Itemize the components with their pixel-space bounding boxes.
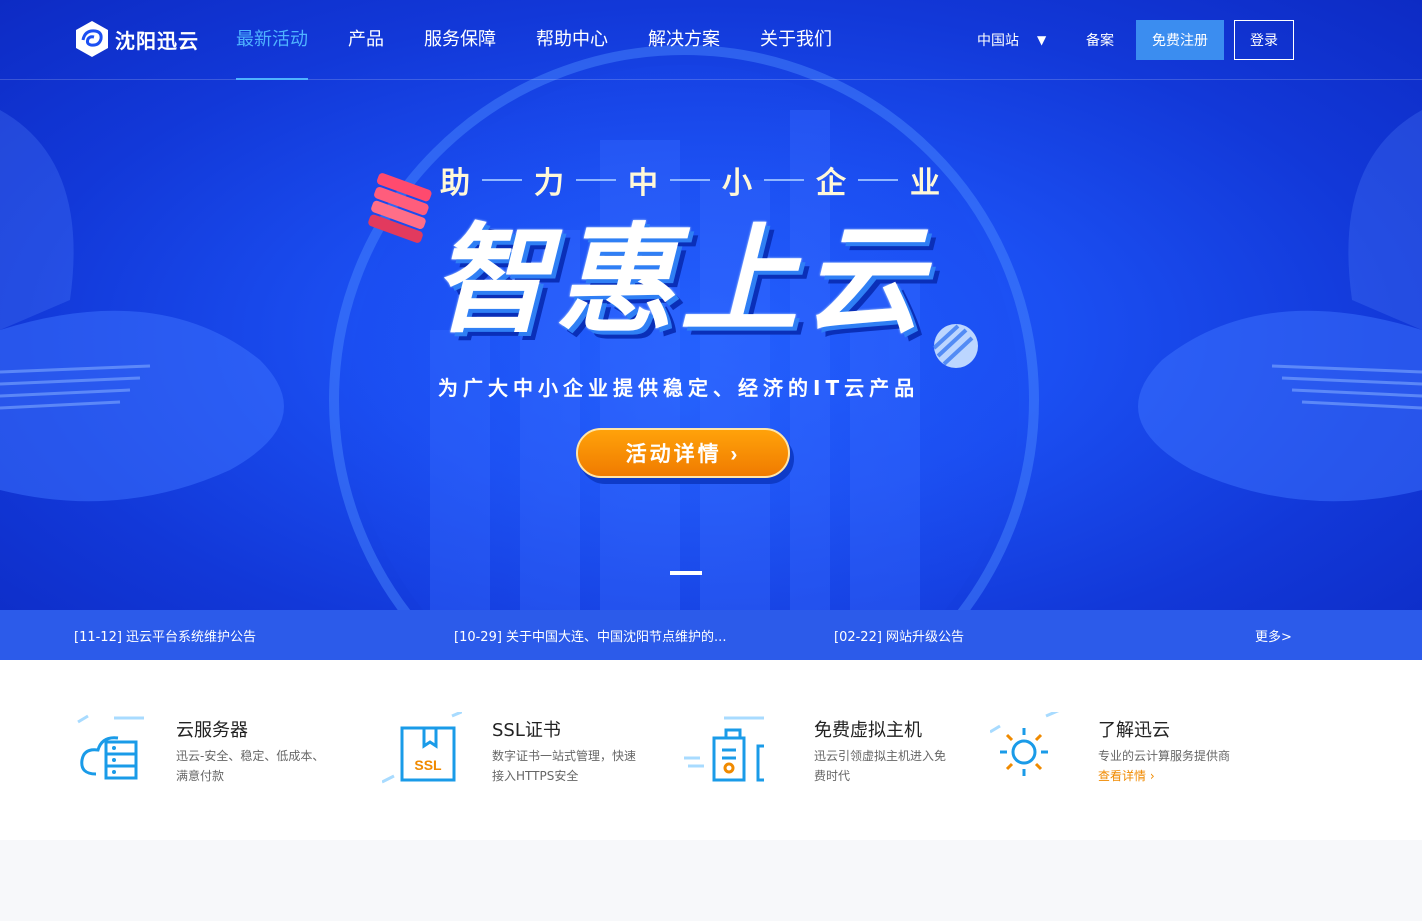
view-details-link[interactable]: 查看详情 › (1098, 766, 1248, 786)
ssl-certificate-icon: SSL (382, 712, 462, 784)
divider (858, 179, 898, 181)
hero-subtitle-char: 业 (910, 166, 940, 201)
register-button[interactable]: 免费注册 (1136, 20, 1224, 60)
hero-description: 为广大中小企业提供稳定、经济的IT云产品 (438, 376, 920, 400)
feature-description: 迅云引领虚拟主机进入免费时代 (814, 749, 947, 783)
feature-title: 了解迅云 (1098, 720, 1170, 741)
feature-about-xunyun[interactable]: 了解迅云 专业的云计算服务提供商 查看详情 › (990, 712, 1250, 802)
feature-description: 数字证书一站式管理，快速接入HTTPS安全 (492, 749, 637, 783)
nav-item-latest-activity[interactable]: 最新活动 (236, 0, 308, 80)
feature-cloud-server[interactable]: 云服务器 迅云-安全、稳定、低成本、满意付款 (74, 712, 334, 802)
hero-subtitle-char: 力 (534, 166, 564, 201)
region-selector[interactable]: 中国站 ▼ (977, 30, 1046, 50)
nav-item-help-center[interactable]: 帮助中心 (536, 0, 608, 80)
divider (670, 179, 710, 181)
feature-title: 免费虚拟主机 (814, 720, 922, 741)
hero-subtitle-char: 小 (722, 166, 752, 201)
announcement-item[interactable]: [02-22] 网站升级公告 (834, 626, 964, 645)
main-nav: 最新活动 产品 服务保障 帮助中心 解决方案 关于我们 (236, 0, 872, 80)
hero-subtitle-char: 企 (816, 166, 846, 201)
divider (482, 179, 522, 181)
hero-subtitle-char: 中 (628, 166, 658, 201)
virtual-host-icon (684, 716, 764, 782)
hero-banner: 沈阳迅云 最新活动 产品 服务保障 帮助中心 解决方案 关于我们 中国站 ▼ 备… (0, 0, 1422, 610)
announcement-bar: [11-12] 迅云平台系统维护公告 [10-29] 关于中国大连、中国沈阳节点… (0, 610, 1422, 660)
nav-item-solutions[interactable]: 解决方案 (648, 0, 720, 80)
divider (764, 179, 804, 181)
nav-item-about-us[interactable]: 关于我们 (760, 0, 832, 80)
feature-virtual-host[interactable]: 免费虚拟主机 迅云引领虚拟主机进入免费时代 (684, 712, 954, 802)
hero-subtitle: 助 力 中 小 企 业 (440, 158, 940, 202)
sun-icon (990, 712, 1060, 776)
hero-subtitle-char: 助 (440, 166, 470, 201)
feature-description: 专业的云计算服务提供商 查看详情 › (1098, 746, 1248, 786)
brand-name: 沈阳迅云 (115, 28, 199, 53)
nav-item-service-guarantee[interactable]: 服务保障 (424, 0, 496, 80)
announcement-item[interactable]: [11-12] 迅云平台系统维护公告 (74, 626, 256, 645)
region-label: 中国站 (977, 33, 1019, 49)
top-navigation-bar: 沈阳迅云 最新活动 产品 服务保障 帮助中心 解决方案 关于我们 中国站 ▼ 备… (0, 0, 1422, 80)
ssl-icon-text: SSL (414, 757, 442, 773)
beian-link[interactable]: 备案 (1086, 30, 1114, 50)
caret-down-icon: ▼ (1037, 33, 1047, 47)
page-bottom-area (0, 840, 1422, 921)
feature-description: 迅云-安全、稳定、低成本、满意付款 (176, 749, 325, 783)
announcement-item[interactable]: [10-29] 关于中国大连、中国沈阳节点维护的... (454, 626, 726, 645)
divider (576, 179, 616, 181)
hero-title: 智惠上云 (432, 211, 929, 349)
carousel-indicator[interactable] (670, 571, 702, 575)
brand-logo[interactable]: 沈阳迅云 (75, 20, 199, 58)
logo-icon (76, 21, 108, 57)
login-button[interactable]: 登录 (1234, 20, 1294, 60)
feature-title: 云服务器 (176, 720, 248, 741)
activity-details-button[interactable]: 活动详情 › (576, 428, 790, 478)
cloud-server-icon (77, 714, 144, 780)
feature-ssl-certificate[interactable]: SSL SSL证书 数字证书一站式管理，快速接入HTTPS安全 (382, 712, 642, 802)
more-announcements-link[interactable]: 更多> (1255, 626, 1292, 645)
nav-item-products[interactable]: 产品 (348, 0, 384, 80)
feature-section: 云服务器 迅云-安全、稳定、低成本、满意付款 SSL SSL证书 数字证书一站式… (0, 660, 1422, 840)
feature-title: SSL证书 (492, 720, 561, 741)
feature-description-text: 专业的云计算服务提供商 (1098, 749, 1231, 763)
